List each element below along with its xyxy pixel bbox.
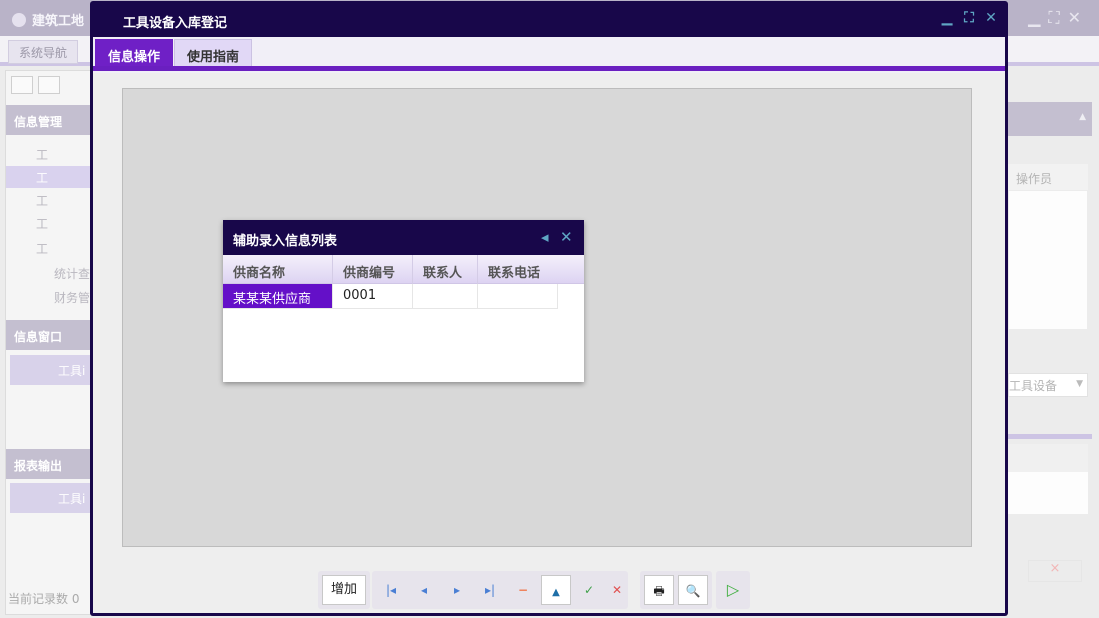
- close-icon[interactable]: ✕: [984, 11, 998, 25]
- bg-right-divider: [1008, 434, 1092, 439]
- col-phone[interactable]: 联系电话: [478, 255, 584, 284]
- window-title: 工具设备入库登记: [123, 16, 228, 31]
- bg-sidebar-tools: [11, 76, 65, 98]
- next-record-icon[interactable]: ▸: [442, 575, 472, 605]
- last-record-icon[interactable]: ▸|: [475, 575, 505, 605]
- toolbar-group: 增加: [318, 571, 370, 609]
- confirm-icon[interactable]: ✓: [574, 575, 604, 605]
- tab-info-operation[interactable]: 信息操作: [95, 39, 174, 68]
- bg-right-col-header: 操作员: [1008, 164, 1088, 190]
- popup-title: 辅助录入信息列表: [233, 234, 338, 249]
- col-supplier-code[interactable]: 供商编号: [333, 255, 413, 284]
- bg-window-controls[interactable]: ▁⛶✕: [1028, 8, 1089, 28]
- toolbar-group: ▷: [716, 571, 750, 609]
- bg-right-header: [1008, 444, 1088, 472]
- app-logo-icon: [12, 13, 26, 27]
- cell-supplier-code[interactable]: 0001: [333, 284, 413, 309]
- close-icon[interactable]: ✕: [560, 229, 573, 245]
- bg-subhead: 工具i: [10, 483, 92, 513]
- bg-right-grid-2: [1008, 472, 1088, 514]
- minimize-icon[interactable]: ▁: [940, 11, 954, 25]
- add-button[interactable]: 增加: [322, 575, 366, 605]
- bg-tab-nav[interactable]: 系统导航: [8, 40, 79, 64]
- bg-tree-item[interactable]: 工: [6, 143, 92, 165]
- table-row[interactable]: 某某某供应商 0001: [223, 284, 584, 309]
- grid-header: 供商名称 供商编号 联系人 联系电话: [223, 255, 584, 284]
- search-icon[interactable]: [11, 76, 33, 94]
- cell-phone[interactable]: [478, 284, 558, 309]
- delete-icon[interactable]: −: [508, 575, 538, 605]
- maximize-icon[interactable]: ⛶: [962, 11, 976, 25]
- col-supplier-name[interactable]: 供商名称: [223, 255, 333, 284]
- bg-tree-item[interactable]: 工: [6, 166, 92, 188]
- bg-tree-folder[interactable]: 统计查: [6, 262, 92, 284]
- cell-contact[interactable]: [413, 284, 478, 309]
- list-icon[interactable]: [38, 76, 60, 94]
- run-icon[interactable]: ▷: [718, 575, 748, 605]
- bg-section-info-mgmt[interactable]: 信息管理: [6, 105, 92, 135]
- bg-section-report[interactable]: 报表输出: [6, 449, 92, 479]
- bg-right-delete-button[interactable]: ×: [1028, 560, 1082, 582]
- bg-status-text: 当前记录数 0: [8, 592, 80, 606]
- window-titlebar[interactable]: 工具设备入库登记 ▁ ⛶ ✕: [90, 1, 1008, 37]
- cell-supplier-name[interactable]: 某某某供应商: [223, 284, 333, 309]
- bg-right-grid: [1008, 190, 1088, 330]
- print-icon[interactable]: 🖶: [644, 575, 674, 605]
- bg-right-section-header[interactable]: [1008, 102, 1092, 136]
- tab-underline: [93, 66, 1005, 71]
- bg-right-dropdown[interactable]: 工具设备: [1008, 373, 1088, 397]
- cancel-icon[interactable]: ✕: [607, 575, 627, 605]
- up-icon[interactable]: ▲: [541, 575, 571, 605]
- tab-bar: 信息操作 使用指南: [93, 37, 1005, 73]
- bg-tree-item[interactable]: 工: [6, 237, 92, 259]
- assist-input-popup: 辅助录入信息列表 ◂ ✕ 供商名称 供商编号 联系人 联系电话 某某某供应商 0…: [223, 220, 584, 382]
- prev-record-icon[interactable]: ◂: [409, 575, 439, 605]
- bg-section-info-window[interactable]: 信息窗口: [6, 320, 92, 350]
- bg-subhead: 工具i: [10, 355, 92, 385]
- tab-user-guide[interactable]: 使用指南: [174, 39, 253, 68]
- print-preview-icon[interactable]: 🔍: [678, 575, 708, 605]
- toolbar-group: |◂ ◂ ▸ ▸| − ▲ ✓ ✕: [372, 571, 628, 609]
- popup-titlebar[interactable]: 辅助录入信息列表 ◂ ✕: [223, 220, 584, 255]
- collapse-icon[interactable]: ◂: [541, 229, 549, 245]
- bg-right-panel: 操作员 工具设备 ×: [1008, 70, 1092, 615]
- bg-app-title: 建筑工地: [12, 10, 84, 29]
- toolbar-group: 🖶 🔍: [640, 571, 712, 609]
- col-contact[interactable]: 联系人: [413, 255, 478, 284]
- bg-tree-item[interactable]: 工: [6, 212, 92, 234]
- bg-tree-folder[interactable]: 财务管: [6, 286, 92, 308]
- first-record-icon[interactable]: |◂: [376, 575, 406, 605]
- bg-sidebar: 信息管理 工 工 工 工 工 统计查 财务管 信息窗口 工具i 报表输出 工具i: [5, 70, 92, 615]
- bg-tree-item[interactable]: 工: [6, 189, 92, 211]
